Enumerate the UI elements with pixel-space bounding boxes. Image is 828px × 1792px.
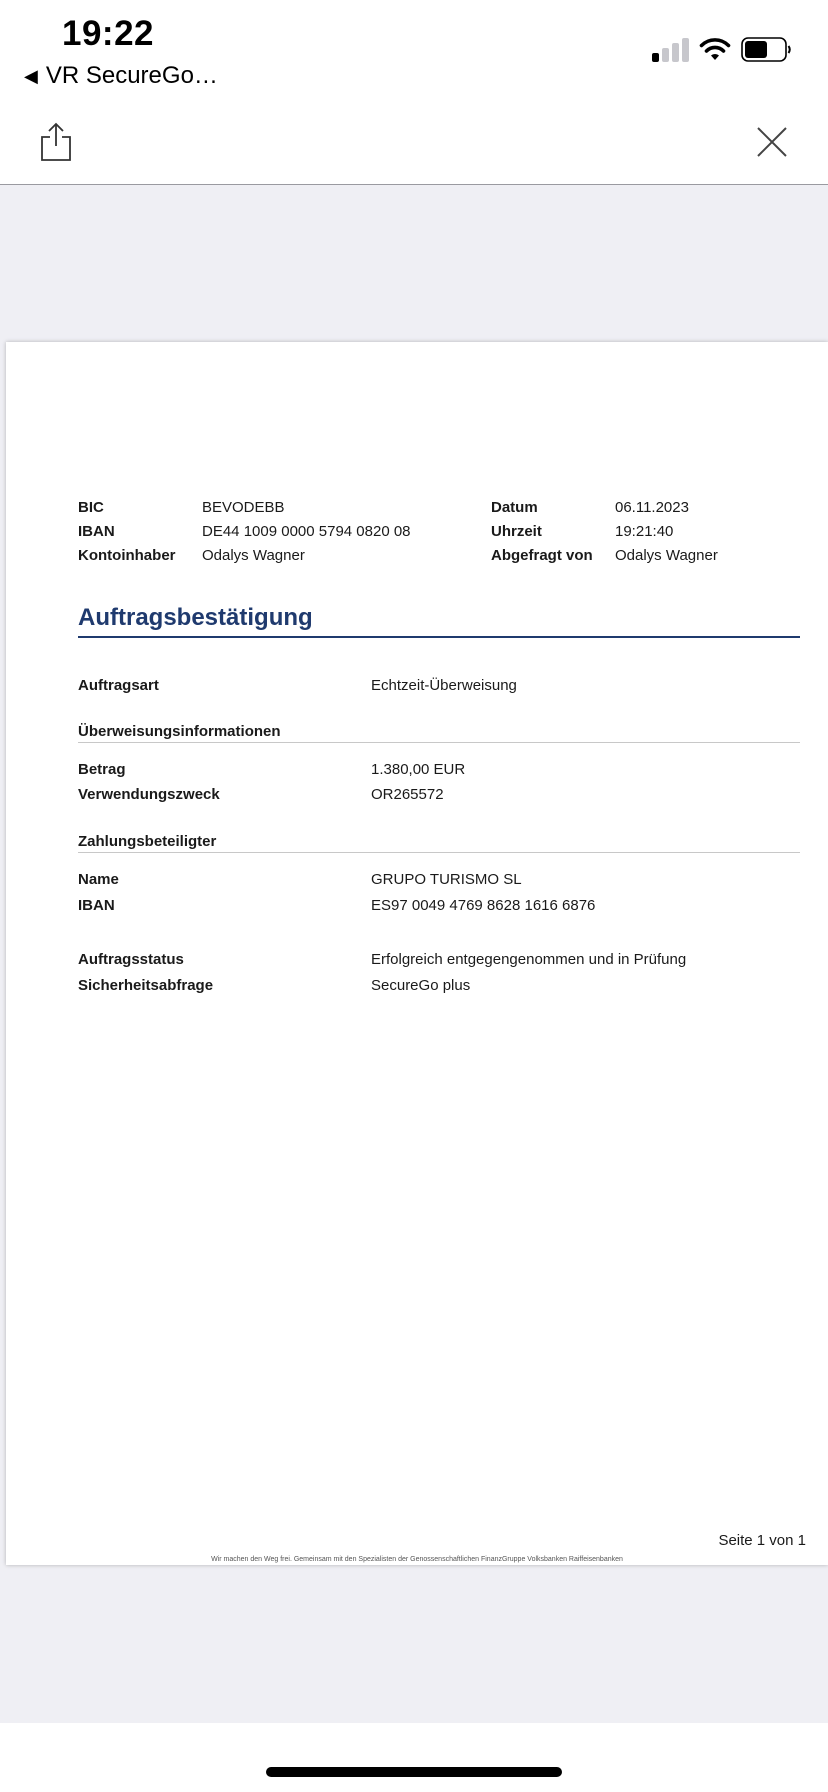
date-label: Datum xyxy=(491,499,538,516)
order-status-label: Auftragsstatus xyxy=(78,951,184,968)
back-arrow-icon: ◀ xyxy=(24,65,38,86)
bic-label: BIC xyxy=(78,499,104,516)
order-type-value: Echtzeit-Überweisung xyxy=(371,677,517,694)
purpose-value: OR265572 xyxy=(371,786,444,803)
payee-section-heading: Zahlungsbeteiligter xyxy=(78,833,217,850)
queried-by-value: Odalys Wagner xyxy=(615,547,718,564)
transfer-section-heading: Überweisungsinformationen xyxy=(78,723,281,740)
payee-iban-label: IBAN xyxy=(78,897,115,914)
security-check-label: Sicherheitsabfrage xyxy=(78,977,214,994)
account-holder-label: Kontoinhaber xyxy=(78,547,176,564)
transfer-section-divider xyxy=(78,742,800,743)
share-icon[interactable] xyxy=(38,122,74,162)
page-number: Seite 1 von 1 xyxy=(718,1532,806,1549)
payee-name-value: GRUPO TURISMO SL xyxy=(371,871,522,888)
time-value: 19:21:40 xyxy=(615,523,674,540)
signal-icon xyxy=(652,38,692,62)
viewer-toolbar xyxy=(0,100,828,185)
payee-name-label: Name xyxy=(78,871,119,888)
close-icon[interactable] xyxy=(754,124,790,160)
battery-icon xyxy=(741,37,791,62)
footer-note: Wir machen den Weg frei. Gemeinsam mit d… xyxy=(211,1556,623,1563)
status-time: 19:22 xyxy=(62,14,155,53)
back-app-name: VR SecureGo… xyxy=(45,62,218,89)
time-label: Uhrzeit xyxy=(491,523,542,540)
date-value: 06.11.2023 xyxy=(615,499,689,516)
title-divider xyxy=(78,636,800,638)
wifi-icon xyxy=(699,38,731,60)
back-to-app-link[interactable]: ◀ VR SecureGo… xyxy=(24,62,218,90)
account-holder-value: Odalys Wagner xyxy=(202,547,305,564)
payee-iban-value: ES97 0049 4769 8628 1616 6876 xyxy=(371,897,596,914)
pdf-viewer[interactable]: BIC BEVODEBB IBAN DE44 1009 0000 5794 08… xyxy=(0,185,828,1723)
status-bar: 19:22 ◀ VR SecureGo… xyxy=(0,0,828,100)
document-title: Auftragsbestätigung xyxy=(78,604,313,631)
pdf-page: BIC BEVODEBB IBAN DE44 1009 0000 5794 08… xyxy=(6,342,828,1565)
order-status-value: Erfolgreich entgegengenommen und in Prüf… xyxy=(371,951,687,968)
bic-value: BEVODEBB xyxy=(202,499,285,516)
iban-value: DE44 1009 0000 5794 0820 08 xyxy=(202,523,411,540)
home-area xyxy=(0,1723,828,1792)
iban-label: IBAN xyxy=(78,523,115,540)
security-check-value: SecureGo plus xyxy=(371,977,471,994)
home-indicator[interactable] xyxy=(266,1767,562,1777)
payee-section-divider xyxy=(78,852,800,853)
purpose-label: Verwendungszweck xyxy=(78,786,220,803)
queried-by-label: Abgefragt von xyxy=(491,547,593,564)
order-type-label: Auftragsart xyxy=(78,677,159,694)
amount-value: 1.380,00 EUR xyxy=(371,761,466,778)
amount-label: Betrag xyxy=(78,761,126,778)
